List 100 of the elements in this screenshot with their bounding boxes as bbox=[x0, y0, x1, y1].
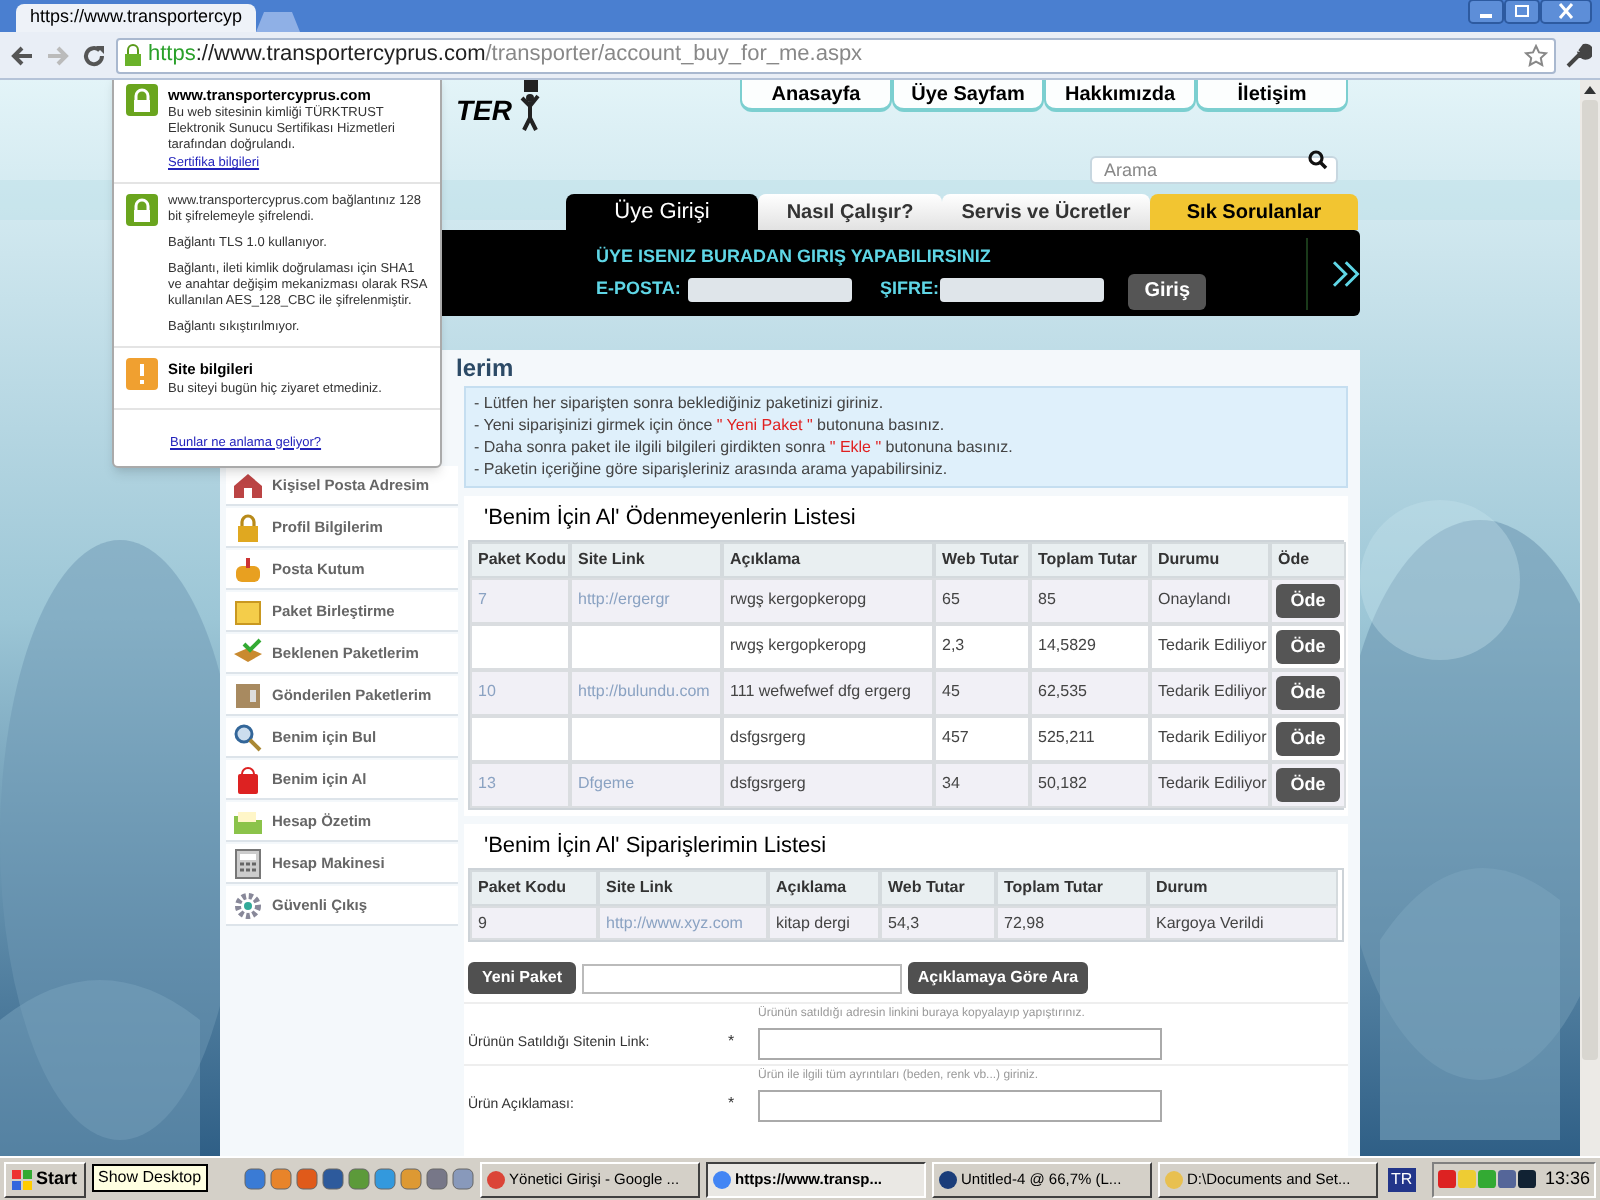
table-cell bbox=[470, 716, 570, 762]
table-cell: 65 bbox=[934, 578, 1030, 624]
app-icon bbox=[485, 1169, 506, 1189]
column-header: Web Tutar bbox=[934, 542, 1030, 578]
column-header: Toplam Tutar bbox=[996, 870, 1148, 906]
tab[interactable]: Nasıl Çalışır? bbox=[758, 194, 942, 230]
pay-button[interactable]: Öde bbox=[1276, 630, 1340, 664]
star-icon[interactable] bbox=[1524, 43, 1548, 67]
nav-link[interactable]: Hakkımızda bbox=[1044, 80, 1196, 112]
table-cell: Kargoya Verildi bbox=[1148, 906, 1338, 940]
table-cell: 45 bbox=[934, 670, 1030, 716]
scrollbar[interactable] bbox=[1580, 80, 1600, 1156]
search-button[interactable]: Açıklamaya Göre Ara bbox=[908, 962, 1088, 994]
table-cell bbox=[470, 624, 570, 670]
nav-link[interactable]: Anasayfa bbox=[740, 80, 892, 112]
calculator-icon bbox=[232, 847, 264, 879]
table-cell: dsfgsrgerg bbox=[722, 762, 934, 808]
input-field[interactable] bbox=[758, 1090, 1162, 1122]
table-cell: dsfgsrgerg bbox=[722, 716, 934, 762]
column-header: Site Link bbox=[598, 870, 768, 906]
app-icon[interactable] bbox=[373, 1168, 396, 1190]
app-icon[interactable] bbox=[243, 1168, 266, 1190]
app-icon[interactable] bbox=[269, 1168, 292, 1190]
instruction-text: - Daha sonra paket ile ilgili bilgileri girdikten sonra " Ekle " butonuna basınız. bbox=[474, 438, 1015, 458]
pay-button[interactable]: Öde bbox=[1276, 676, 1340, 710]
app-icon[interactable] bbox=[321, 1168, 344, 1190]
address-bar[interactable]: https://www.transportercyprus.com/transporter/account_buy_for_me.aspx bbox=[116, 37, 1556, 73]
table-cell: 62,535 bbox=[1030, 670, 1150, 716]
app-icon[interactable] bbox=[451, 1168, 474, 1190]
minimize-button[interactable] bbox=[1468, 0, 1504, 24]
column-header: Site Link bbox=[570, 542, 722, 578]
tab[interactable]: Sık Sorulanlar bbox=[1150, 194, 1358, 230]
app-icon bbox=[937, 1169, 958, 1189]
reload-button[interactable] bbox=[80, 41, 108, 69]
column-header: Durumu bbox=[1150, 542, 1270, 578]
app-icon[interactable] bbox=[295, 1168, 318, 1190]
column-header: Durum bbox=[1148, 870, 1338, 906]
email-label: E-POSTA: bbox=[596, 276, 680, 302]
required-mark: * bbox=[728, 1030, 737, 1054]
column-header: Toplam Tutar bbox=[1030, 542, 1150, 578]
column-header: Açıklama bbox=[722, 542, 934, 578]
language-indicator[interactable]: TR bbox=[1387, 1167, 1417, 1191]
column-header: Paket Kodu bbox=[470, 870, 598, 906]
required-mark: * bbox=[728, 1092, 737, 1116]
table-cell: 457 bbox=[934, 716, 1030, 762]
clock: 13:36 bbox=[1544, 1165, 1590, 1192]
search-field[interactable] bbox=[582, 963, 902, 993]
table-cell: Tedarik Ediliyor bbox=[1150, 762, 1270, 808]
search-icon[interactable] bbox=[1308, 150, 1328, 170]
wrench-icon[interactable] bbox=[1564, 41, 1592, 69]
instruction-text: - Yeni siparişinizi girmek için önce " Yeni Paket " butonuna basınız. bbox=[474, 416, 947, 436]
table-cell: 50,182 bbox=[1030, 762, 1150, 808]
padlock-icon bbox=[124, 44, 142, 66]
back-button[interactable] bbox=[8, 41, 36, 69]
table-cell: 34 bbox=[934, 762, 1030, 808]
table-cell: Tedarik Ediliyor bbox=[1150, 624, 1270, 670]
nav-link[interactable]: İletişim bbox=[1196, 80, 1348, 112]
table-cell: 525,211 bbox=[1030, 716, 1150, 762]
start-button[interactable]: Start bbox=[4, 1161, 86, 1197]
nav-link[interactable]: Üye Sayfam bbox=[892, 80, 1044, 112]
column-header: Web Tutar bbox=[880, 870, 996, 906]
new-package-button[interactable]: Yeni Paket bbox=[468, 962, 576, 994]
pay-button[interactable]: Öde bbox=[1276, 722, 1340, 756]
tab[interactable]: Servis ve Ücretler bbox=[942, 194, 1150, 230]
tab[interactable]: Üye Girişi bbox=[566, 194, 758, 230]
pay-button[interactable]: Öde bbox=[1276, 584, 1340, 618]
table-cell: 72,98 bbox=[996, 906, 1148, 940]
table-cell: Onaylandı bbox=[1150, 578, 1270, 624]
app-icon[interactable] bbox=[399, 1168, 422, 1190]
input-field[interactable] bbox=[758, 1028, 1162, 1060]
login-button[interactable]: Giriş bbox=[1128, 273, 1207, 309]
email-field[interactable] bbox=[688, 277, 852, 302]
instruction-text: - Paketin içeriğine göre siparişleriniz arasında arama yapabilirsiniz. bbox=[474, 460, 950, 480]
table-cell: 14,5829 bbox=[1030, 624, 1150, 670]
app-icon[interactable] bbox=[425, 1168, 448, 1190]
url-text: https://www.transportercyprus.com/transporter/account_buy_for_me.aspx bbox=[148, 40, 865, 71]
table-cell: rwgş kergopkeropg bbox=[722, 624, 934, 670]
double-chevron-icon[interactable] bbox=[1332, 259, 1360, 287]
bag-icon bbox=[232, 763, 264, 795]
browser-tab[interactable]: https://www.transportercyp bbox=[16, 4, 256, 32]
restore-button[interactable] bbox=[1504, 0, 1540, 24]
new-tab-button[interactable] bbox=[256, 12, 300, 32]
figure-icon bbox=[516, 80, 544, 132]
table-title: 'Benim İçin Al' Siparişlerimin Listesi bbox=[482, 831, 829, 862]
table-cell: Tedarik Ediliyor bbox=[1150, 716, 1270, 762]
login-heading: ÜYE ISENIZ BURADAN GIRIŞ YAPABILIRSINIZ bbox=[596, 243, 993, 270]
table-cell: Tedarik Ediliyor bbox=[1150, 670, 1270, 716]
search-field[interactable]: Arama bbox=[1090, 156, 1338, 184]
app-icon[interactable] bbox=[347, 1168, 370, 1190]
table-cell: 54,3 bbox=[880, 906, 996, 940]
table-cell: 111 wefwefwef dfg ergerg bbox=[722, 670, 934, 716]
table-cell: 9 bbox=[470, 906, 598, 940]
warning-icon bbox=[126, 358, 158, 391]
column-header: Paket Kodu bbox=[470, 542, 570, 578]
close-button[interactable] bbox=[1540, 0, 1592, 24]
password-field[interactable] bbox=[940, 277, 1104, 302]
magnifier-icon bbox=[232, 721, 264, 753]
pay-button[interactable]: Öde bbox=[1276, 768, 1340, 802]
table-cell: 85 bbox=[1030, 578, 1150, 624]
padlock-icon bbox=[126, 194, 158, 227]
